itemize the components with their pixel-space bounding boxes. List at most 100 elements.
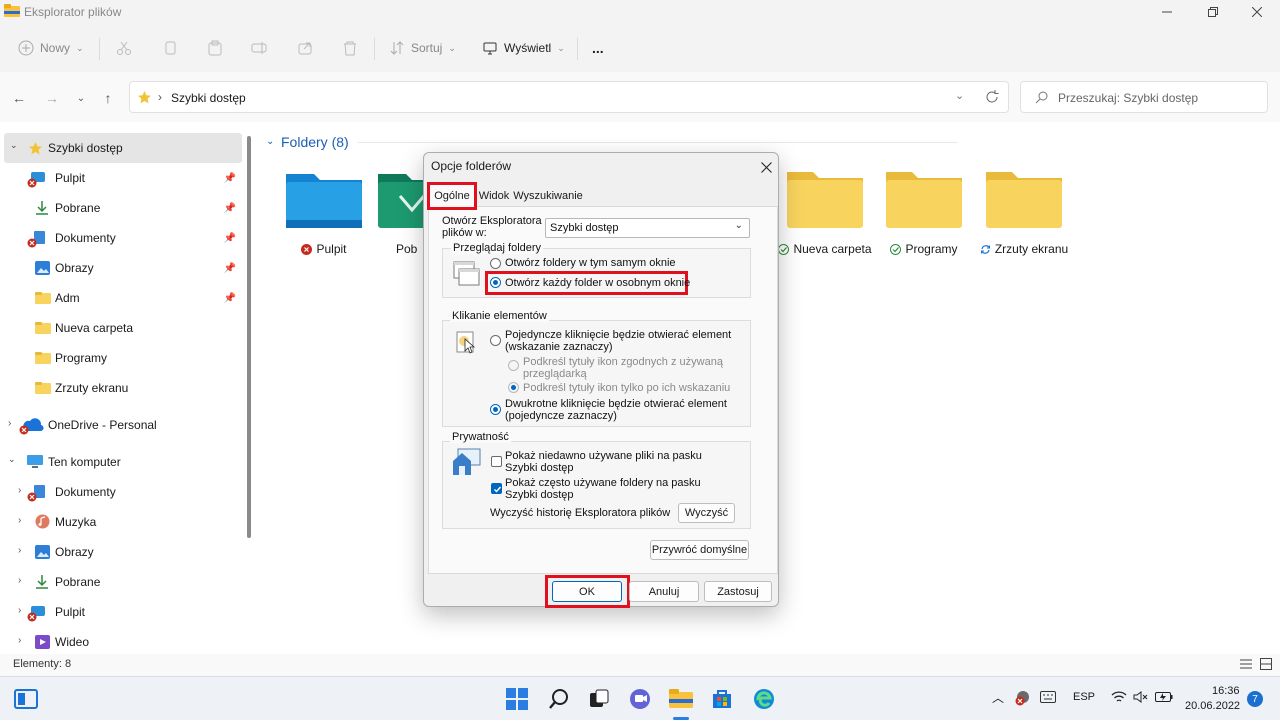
search-icon[interactable] bbox=[545, 685, 573, 713]
notification-badge[interactable]: 7 bbox=[1247, 691, 1263, 707]
sidebar-item-pc-dokumenty[interactable]: › Dokumenty bbox=[0, 477, 244, 507]
tab-view[interactable]: Widok bbox=[476, 185, 512, 207]
underline-hover-label[interactable]: Podkreśl tytuły ikon tylko po ich wskaza… bbox=[523, 382, 730, 394]
sidebar-item-dokumenty[interactable]: Dokumenty 📌 bbox=[0, 223, 244, 253]
forward-button[interactable]: → bbox=[42, 88, 62, 108]
view-button[interactable]: Wyświetl ⌄ bbox=[482, 36, 565, 60]
chevron-right-icon[interactable]: › bbox=[18, 605, 21, 616]
chevron-down-icon[interactable]: ⌄ bbox=[10, 140, 18, 151]
radio-separate-window[interactable] bbox=[490, 277, 501, 288]
folder-tile-pobrane[interactable]: Pob bbox=[376, 168, 424, 256]
delete-button[interactable] bbox=[342, 36, 358, 60]
clear-history-button[interactable]: Wyczyść bbox=[678, 503, 735, 523]
sidebar-item-programy[interactable]: Programy bbox=[0, 343, 244, 373]
folder-tile-zrzuty-ekranu[interactable]: Zrzuty ekranu bbox=[976, 168, 1072, 256]
clock-date[interactable]: 20.06.2022 bbox=[1185, 700, 1240, 712]
sidebar-item-nueva-carpeta[interactable]: Nueva carpeta bbox=[0, 313, 244, 343]
sidebar-item-pc-wideo[interactable]: › Wideo bbox=[0, 627, 244, 657]
back-button[interactable]: ← bbox=[9, 88, 29, 108]
chat-icon[interactable] bbox=[626, 685, 654, 713]
dialog-close-button[interactable] bbox=[756, 157, 776, 177]
sidebar-item-pc-muzyka[interactable]: › Muzyka bbox=[0, 507, 244, 537]
close-button[interactable] bbox=[1234, 0, 1280, 24]
chevron-down-icon[interactable]: ⌄ bbox=[955, 89, 964, 102]
sidebar-item-pc-pobrane[interactable]: › Pobrane bbox=[0, 567, 244, 597]
ok-button[interactable]: OK bbox=[552, 581, 622, 602]
copy-button[interactable] bbox=[162, 36, 178, 60]
address-bar[interactable]: › Szybki dostęp ⌄ bbox=[129, 81, 1009, 113]
widgets-icon[interactable] bbox=[12, 685, 40, 713]
sidebar-item-adm[interactable]: Adm 📌 bbox=[0, 283, 244, 313]
sort-button[interactable]: Sortuj ⌄ bbox=[389, 36, 456, 60]
frequent-folders-label[interactable]: Pokaż często używane foldery na pasku Sz… bbox=[505, 477, 735, 501]
cut-button[interactable] bbox=[116, 36, 132, 60]
new-label: Nowy bbox=[40, 41, 71, 55]
checkbox-frequent-folders[interactable] bbox=[491, 483, 502, 494]
paste-button[interactable] bbox=[207, 36, 223, 60]
underline-browser-label[interactable]: Podkreśl tytuły ikon zgodnych z używaną … bbox=[523, 356, 733, 380]
chevron-right-icon[interactable]: › bbox=[18, 485, 21, 496]
edge-icon[interactable] bbox=[750, 685, 778, 713]
recent-locations-button[interactable]: ⌄ bbox=[71, 88, 91, 108]
sidebar-item-this-pc[interactable]: ⌄ Ten komputer bbox=[0, 447, 244, 477]
restore-defaults-button[interactable]: Przywróć domyślne bbox=[650, 540, 749, 560]
store-icon[interactable] bbox=[708, 685, 736, 713]
chevron-up-icon[interactable]: ︿ bbox=[992, 689, 1004, 706]
tab-search[interactable]: Wyszukiwanie bbox=[513, 185, 583, 207]
cancel-button[interactable]: Anuluj bbox=[629, 581, 699, 602]
task-view-icon[interactable] bbox=[585, 685, 613, 713]
language-indicator[interactable]: ESP bbox=[1073, 691, 1095, 703]
windows-stack-icon bbox=[453, 261, 480, 286]
recent-files-label[interactable]: Pokaż niedawno używane pliki na pasku Sz… bbox=[505, 450, 735, 474]
chevron-right-icon[interactable]: › bbox=[8, 418, 11, 429]
search-input[interactable]: Przeszukaj: Szybki dostęp bbox=[1020, 81, 1268, 113]
same-window-label[interactable]: Otwórz foldery w tym samym oknie bbox=[505, 257, 676, 269]
sidebar-item-label: Dokumenty bbox=[55, 231, 116, 245]
section-title[interactable]: Foldery (8) bbox=[281, 134, 349, 150]
start-icon[interactable] bbox=[503, 685, 531, 713]
sidebar-item-pc-pulpit[interactable]: › Pulpit bbox=[0, 597, 244, 627]
monitor-icon bbox=[483, 42, 497, 55]
single-click-label[interactable]: Pojedyncze kliknięcie będzie otwierać el… bbox=[505, 329, 735, 353]
chevron-right-icon[interactable]: › bbox=[18, 515, 21, 526]
chevron-down-icon[interactable]: ⌄ bbox=[266, 136, 274, 147]
sidebar-item-onedrive[interactable]: › OneDrive - Personal bbox=[0, 410, 244, 440]
pin-icon: 📌 bbox=[223, 172, 236, 184]
chevron-down-icon[interactable]: ⌄ bbox=[8, 454, 16, 465]
radio-single-click[interactable] bbox=[490, 335, 501, 346]
radio-double-click[interactable] bbox=[490, 404, 501, 415]
rename-button[interactable] bbox=[251, 36, 267, 60]
maximize-button[interactable] bbox=[1190, 0, 1236, 24]
sidebar-item-zrzuty-ekranu[interactable]: Zrzuty ekranu bbox=[0, 373, 244, 403]
folder-tile-programy[interactable]: Programy bbox=[876, 168, 972, 256]
sidebar-item-pobrane[interactable]: Pobrane 📌 bbox=[0, 193, 244, 223]
chevron-right-icon[interactable]: › bbox=[18, 575, 21, 586]
sidebar-item-quick-access[interactable]: ⌄ Szybki dostęp bbox=[4, 133, 242, 163]
sidebar-item-pc-obrazy[interactable]: › Obrazy bbox=[0, 537, 244, 567]
double-click-label[interactable]: Dwukrotne kliknięcie będzie otwierać ele… bbox=[505, 398, 735, 422]
radio-underline-browser[interactable] bbox=[508, 360, 519, 371]
file-explorer-icon[interactable] bbox=[667, 685, 695, 713]
chevron-right-icon[interactable]: › bbox=[18, 635, 21, 646]
minimize-button[interactable] bbox=[1144, 0, 1190, 24]
clock-time[interactable]: 16:36 bbox=[1212, 685, 1240, 697]
sidebar-item-obrazy[interactable]: Obrazy 📌 bbox=[0, 253, 244, 283]
chevron-right-icon[interactable]: › bbox=[18, 545, 21, 556]
apply-button[interactable]: Zastosuj bbox=[704, 581, 772, 602]
breadcrumb[interactable]: Szybki dostęp bbox=[171, 91, 246, 105]
open-in-select[interactable]: Szybki dostęp ⌄ bbox=[545, 218, 750, 238]
separate-window-label[interactable]: Otwórz każdy folder w osobnym oknie bbox=[505, 277, 690, 289]
folder-tile-pulpit[interactable]: Pulpit bbox=[276, 168, 372, 256]
up-button[interactable]: ↑ bbox=[98, 88, 118, 108]
folder-tile-nueva-carpeta[interactable]: Nueva carpeta bbox=[777, 168, 873, 256]
sidebar-item-pulpit[interactable]: Pulpit 📌 bbox=[0, 163, 244, 193]
sidebar-scrollbar[interactable] bbox=[247, 136, 251, 538]
share-button[interactable] bbox=[297, 36, 313, 60]
sidebar-item-label: Pobrane bbox=[55, 575, 101, 589]
more-button[interactable]: ... bbox=[592, 36, 604, 60]
new-button[interactable]: Nowy ⌄ bbox=[18, 36, 84, 60]
tab-general[interactable]: Ogólne bbox=[427, 182, 477, 210]
checkbox-recent-files[interactable] bbox=[491, 456, 502, 467]
radio-same-window[interactable] bbox=[490, 258, 501, 269]
radio-underline-hover[interactable] bbox=[508, 382, 519, 393]
